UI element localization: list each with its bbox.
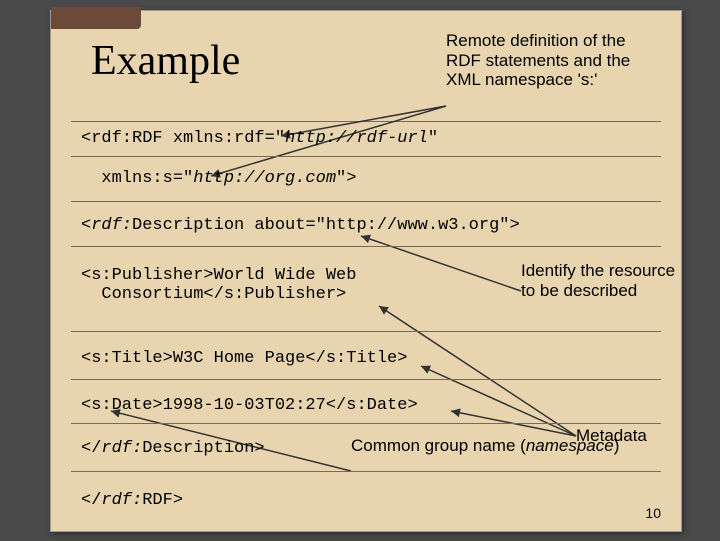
- code-url: http://org.com: [193, 169, 336, 188]
- code-line-6: <s:Date>1998-10-03T02:27</s:Date>: [81, 396, 418, 415]
- rule-8: [71, 471, 661, 472]
- code-text: Description>: [142, 439, 264, 458]
- code-text: ": [428, 129, 438, 148]
- code-text: Description about="http://www.w3.org">: [132, 216, 520, 235]
- code-line-2: xmlns:s="http://org.com">: [81, 169, 356, 188]
- code-rdf: rdf:: [91, 216, 132, 235]
- slide-title: Example: [91, 37, 240, 85]
- rule-7: [71, 423, 661, 424]
- code-line-4: <s:Publisher>World Wide Web Consortium</…: [81, 266, 356, 304]
- code-text: xmlns:s=": [81, 169, 193, 188]
- code-line-7: </rdf:Description>: [81, 439, 265, 458]
- code-line-8: </rdf:RDF>: [81, 491, 183, 510]
- code-text: </: [81, 439, 101, 458]
- corner-tab: [51, 7, 141, 29]
- page-number: 10: [645, 505, 661, 521]
- code-line-3: <rdf:Description about="http://www.w3.or…: [81, 216, 520, 235]
- code-text: RDF>: [142, 491, 183, 510]
- rule-5: [71, 331, 661, 332]
- code-text: ">: [336, 169, 356, 188]
- code-rdf: rdf:: [101, 439, 142, 458]
- annot-identify: Identify the resource to be described: [521, 261, 681, 300]
- code-text: <rdf:RDF xmlns:rdf=": [81, 129, 285, 148]
- rule-6: [71, 379, 661, 380]
- annot-remote-def: Remote definition of the RDF statements …: [446, 31, 656, 90]
- code-text: <: [81, 216, 91, 235]
- rule-4: [71, 246, 661, 247]
- rule-1: [71, 121, 661, 122]
- code-text: </: [81, 491, 101, 510]
- code-rdf: rdf:: [101, 491, 142, 510]
- rule-3: [71, 201, 661, 202]
- rule-2: [71, 156, 661, 157]
- code-line-5: <s:Title>W3C Home Page</s:Title>: [81, 349, 407, 368]
- code-line-1: <rdf:RDF xmlns:rdf="http://rdf-url": [81, 129, 438, 148]
- annot-metadata: Metadata: [576, 426, 647, 446]
- code-url: http://rdf-url: [285, 129, 428, 148]
- slide-paper: Example Remote definition of the RDF sta…: [50, 10, 682, 532]
